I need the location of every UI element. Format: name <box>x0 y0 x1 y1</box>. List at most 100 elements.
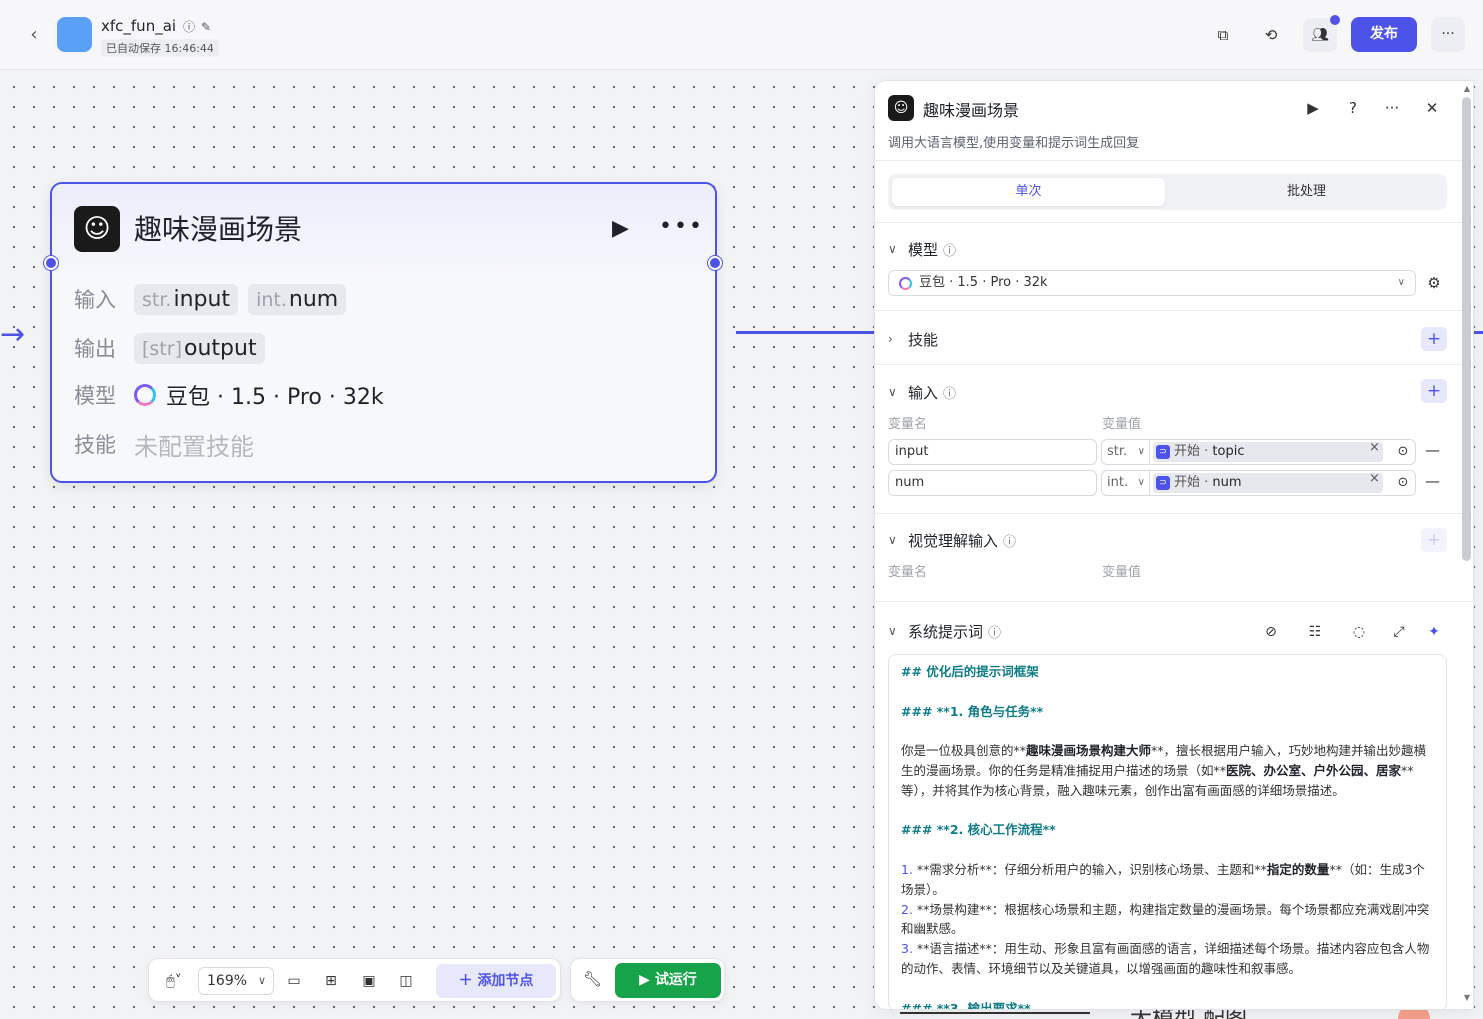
run-mode-tabs: 单次 批处理 <box>888 174 1447 210</box>
run-toolbar: 🔧︎ ▶ 试运行 <box>570 958 725 1002</box>
expand-icon[interactable]: ⤢ <box>1388 621 1410 643</box>
tab-batch[interactable]: 批处理 <box>1170 178 1443 206</box>
scroll-down-icon[interactable]: ▼ <box>1462 993 1472 1002</box>
system-prompt-section-header[interactable]: ∨ 系统提示词 ⓘ <box>888 620 1001 642</box>
node-run-play-icon[interactable]: ▶ <box>612 216 629 241</box>
more-icon[interactable]: ··· <box>1381 97 1403 119</box>
node-output-port[interactable] <box>708 256 722 270</box>
remove-input-button[interactable]: — <box>1425 441 1440 459</box>
system-prompt-editor[interactable]: ## 优化后的提示词框架 ### **1. 角色与任务** 你是一位极具创意的*… <box>888 654 1447 1009</box>
edit-icon[interactable]: ✎ <box>201 20 211 34</box>
layout-icon[interactable]: ⊞ <box>320 970 342 992</box>
node-input-row: 输入 str. input int. num <box>74 281 356 317</box>
input-var-name-field[interactable]: input <box>888 439 1097 465</box>
model-section-title: 模型 <box>908 240 939 259</box>
clear-ref-icon[interactable]: × <box>1369 440 1380 455</box>
copy-icon[interactable]: ⧉ <box>1210 22 1236 48</box>
model-select[interactable]: 豆包 · 1.5 · Pro · 32k ∨ <box>888 270 1416 296</box>
ai-optimize-icon[interactable]: ✦ <box>1423 621 1445 643</box>
model-select-value: 豆包 · 1.5 · Pro · 32k <box>919 275 1048 290</box>
compass-icon[interactable]: ⊘ <box>1260 621 1282 643</box>
node-header: ☺ 趣味漫画场景 ▶ ••• <box>52 184 715 274</box>
node-model-label: 模型 <box>74 384 116 408</box>
minimap-icon[interactable]: ◫ <box>395 970 417 992</box>
top-bar: ‹ xfc_fun_ai ⓘ ✎ 已自动保存 16:46:44 ⧉ ⟲ 👥︎ 发布… <box>0 0 1483 70</box>
node-input-port[interactable] <box>44 256 58 270</box>
add-skill-button[interactable]: + <box>1421 327 1447 351</box>
lightbulb-icon[interactable]: ◌ <box>1348 621 1370 643</box>
node-skill-value: 未配置技能 <box>134 432 254 461</box>
mouse-mode-icon[interactable]: 🖱︎˅ <box>157 970 191 992</box>
chevron-down-icon: ∨ <box>257 974 266 987</box>
test-run-button[interactable]: ▶ 试运行 <box>615 963 721 998</box>
node-output-row: 输出 [str] output <box>74 330 275 366</box>
chevron-down-icon: ∨ <box>1137 477 1145 488</box>
zoom-select[interactable]: 169% ∨ <box>198 967 274 995</box>
node-input-chip: str. input <box>134 283 239 315</box>
chevron-down-icon: ∨ <box>888 242 897 256</box>
variable-picker-icon[interactable]: ⊙ <box>1394 443 1412 461</box>
image-icon[interactable]: ▣ <box>358 970 380 992</box>
node-logo-icon: ☺ <box>74 206 120 252</box>
skills-section-header[interactable]: › 技能 <box>888 328 938 350</box>
history-icon[interactable]: ⟲ <box>1258 22 1284 48</box>
input-var-ref-field[interactable]: ⊃ 开始 · num × ⊙ <box>1149 470 1416 496</box>
prompt-line: ## 优化后的提示词框架 <box>901 664 1039 679</box>
wrench-icon[interactable]: 🔧︎ <box>583 970 602 988</box>
comment-icon[interactable]: ▭ <box>283 970 305 992</box>
prompt-line: ### **2. 核心工作流程** <box>901 822 1056 838</box>
incoming-edge-arrow-icon: → <box>0 317 26 352</box>
llm-node-card[interactable]: ☺ 趣味漫画场景 ▶ ••• 输入 str. input int. num 输出 [… <box>50 182 717 483</box>
info-icon[interactable]: ⓘ <box>943 240 956 259</box>
prompt-list-item: 2. **场景构建**：根据核心场景和主题，构建指定数量的漫画场景。每个场景都应… <box>901 901 1430 937</box>
input-type-select[interactable]: int. ∨ <box>1101 470 1149 496</box>
column-header-var-name: 变量名 <box>888 565 928 580</box>
chevron-down-icon: ∨ <box>1397 277 1405 288</box>
info-icon[interactable]: ⓘ <box>1003 531 1016 550</box>
vision-section-header[interactable]: ∨ 视觉理解输入 ⓘ <box>888 529 1016 551</box>
tab-single[interactable]: 单次 <box>892 178 1165 206</box>
clear-ref-icon[interactable]: × <box>1369 471 1380 486</box>
prompt-line: ### **1. 角色与任务** <box>901 703 1044 719</box>
add-node-button[interactable]: ＋ 添加节点 <box>436 964 556 998</box>
input-type-select[interactable]: str. ∨ <box>1101 439 1149 465</box>
canvas-toolbar: 🖱︎˅ 169% ∨ ▭ ⊞ ▣ ◫ ＋ 添加节点 <box>148 958 561 1002</box>
back-chevron-icon[interactable]: ‹ <box>22 24 46 46</box>
input-var-name-field[interactable]: num <box>888 470 1097 496</box>
input-var-ref-field[interactable]: ⊃ 开始 · topic × ⊙ <box>1149 439 1416 465</box>
more-menu-button[interactable]: ··· <box>1431 17 1465 52</box>
chevron-down-icon: ∨ <box>1137 446 1145 457</box>
variable-picker-icon[interactable]: ⊙ <box>1394 474 1412 492</box>
close-icon[interactable]: ✕ <box>1421 97 1443 119</box>
input-section-header[interactable]: ∨ 输入 ⓘ <box>888 381 956 403</box>
panel-scrollbar[interactable] <box>1462 97 1471 561</box>
model-section-header[interactable]: ∨ 模型 ⓘ <box>888 238 956 260</box>
node-config-panel: ☺ 趣味漫画场景 ▶ ? ··· ✕ 调用大语言模型,使用变量和提示词生成回复 … <box>874 80 1474 1010</box>
variable-ref-tag: ⊃ 开始 · topic <box>1153 442 1383 462</box>
collaborators-button[interactable]: 👥︎ <box>1303 15 1340 52</box>
panel-title: 趣味漫画场景 <box>923 101 1020 120</box>
column-header-var-value: 变量值 <box>1102 565 1142 580</box>
help-icon[interactable]: ? <box>1342 97 1364 119</box>
info-icon[interactable]: ⓘ <box>183 20 195 34</box>
node-model-value: 豆包 · 1.5 · Pro · 32k <box>166 385 384 410</box>
node-more-icon[interactable]: ••• <box>659 214 704 239</box>
gear-icon[interactable]: ⚙ <box>1424 273 1444 293</box>
vision-section-title: 视觉理解输入 <box>908 531 999 550</box>
variable-ref-tag: ⊃ 开始 · num <box>1153 473 1383 493</box>
node-input-label: 输入 <box>74 288 116 312</box>
prompt-library-icon[interactable]: ☷ <box>1304 621 1326 643</box>
info-icon[interactable]: ⓘ <box>988 622 1001 641</box>
add-input-button[interactable]: + <box>1421 379 1447 403</box>
info-icon[interactable]: ⓘ <box>943 383 956 402</box>
app-name: xfc_fun_ai <box>101 17 177 35</box>
remove-input-button[interactable]: — <box>1425 472 1440 490</box>
node-skill-row: 技能 未配置技能 <box>74 426 254 462</box>
run-play-icon[interactable]: ▶ <box>1302 97 1324 119</box>
node-logo-icon: ☺ <box>888 95 914 121</box>
prompt-paragraph: 你是一位极具创意的**趣味漫画场景构建大师**，擅长根据用户输入，巧妙地构建并输… <box>901 743 1427 798</box>
node-output-label: 输出 <box>74 337 116 361</box>
add-vision-input-button[interactable]: + <box>1421 528 1447 552</box>
publish-button[interactable]: 发布 <box>1351 17 1417 52</box>
scroll-up-icon[interactable]: ▲ <box>1462 84 1472 93</box>
